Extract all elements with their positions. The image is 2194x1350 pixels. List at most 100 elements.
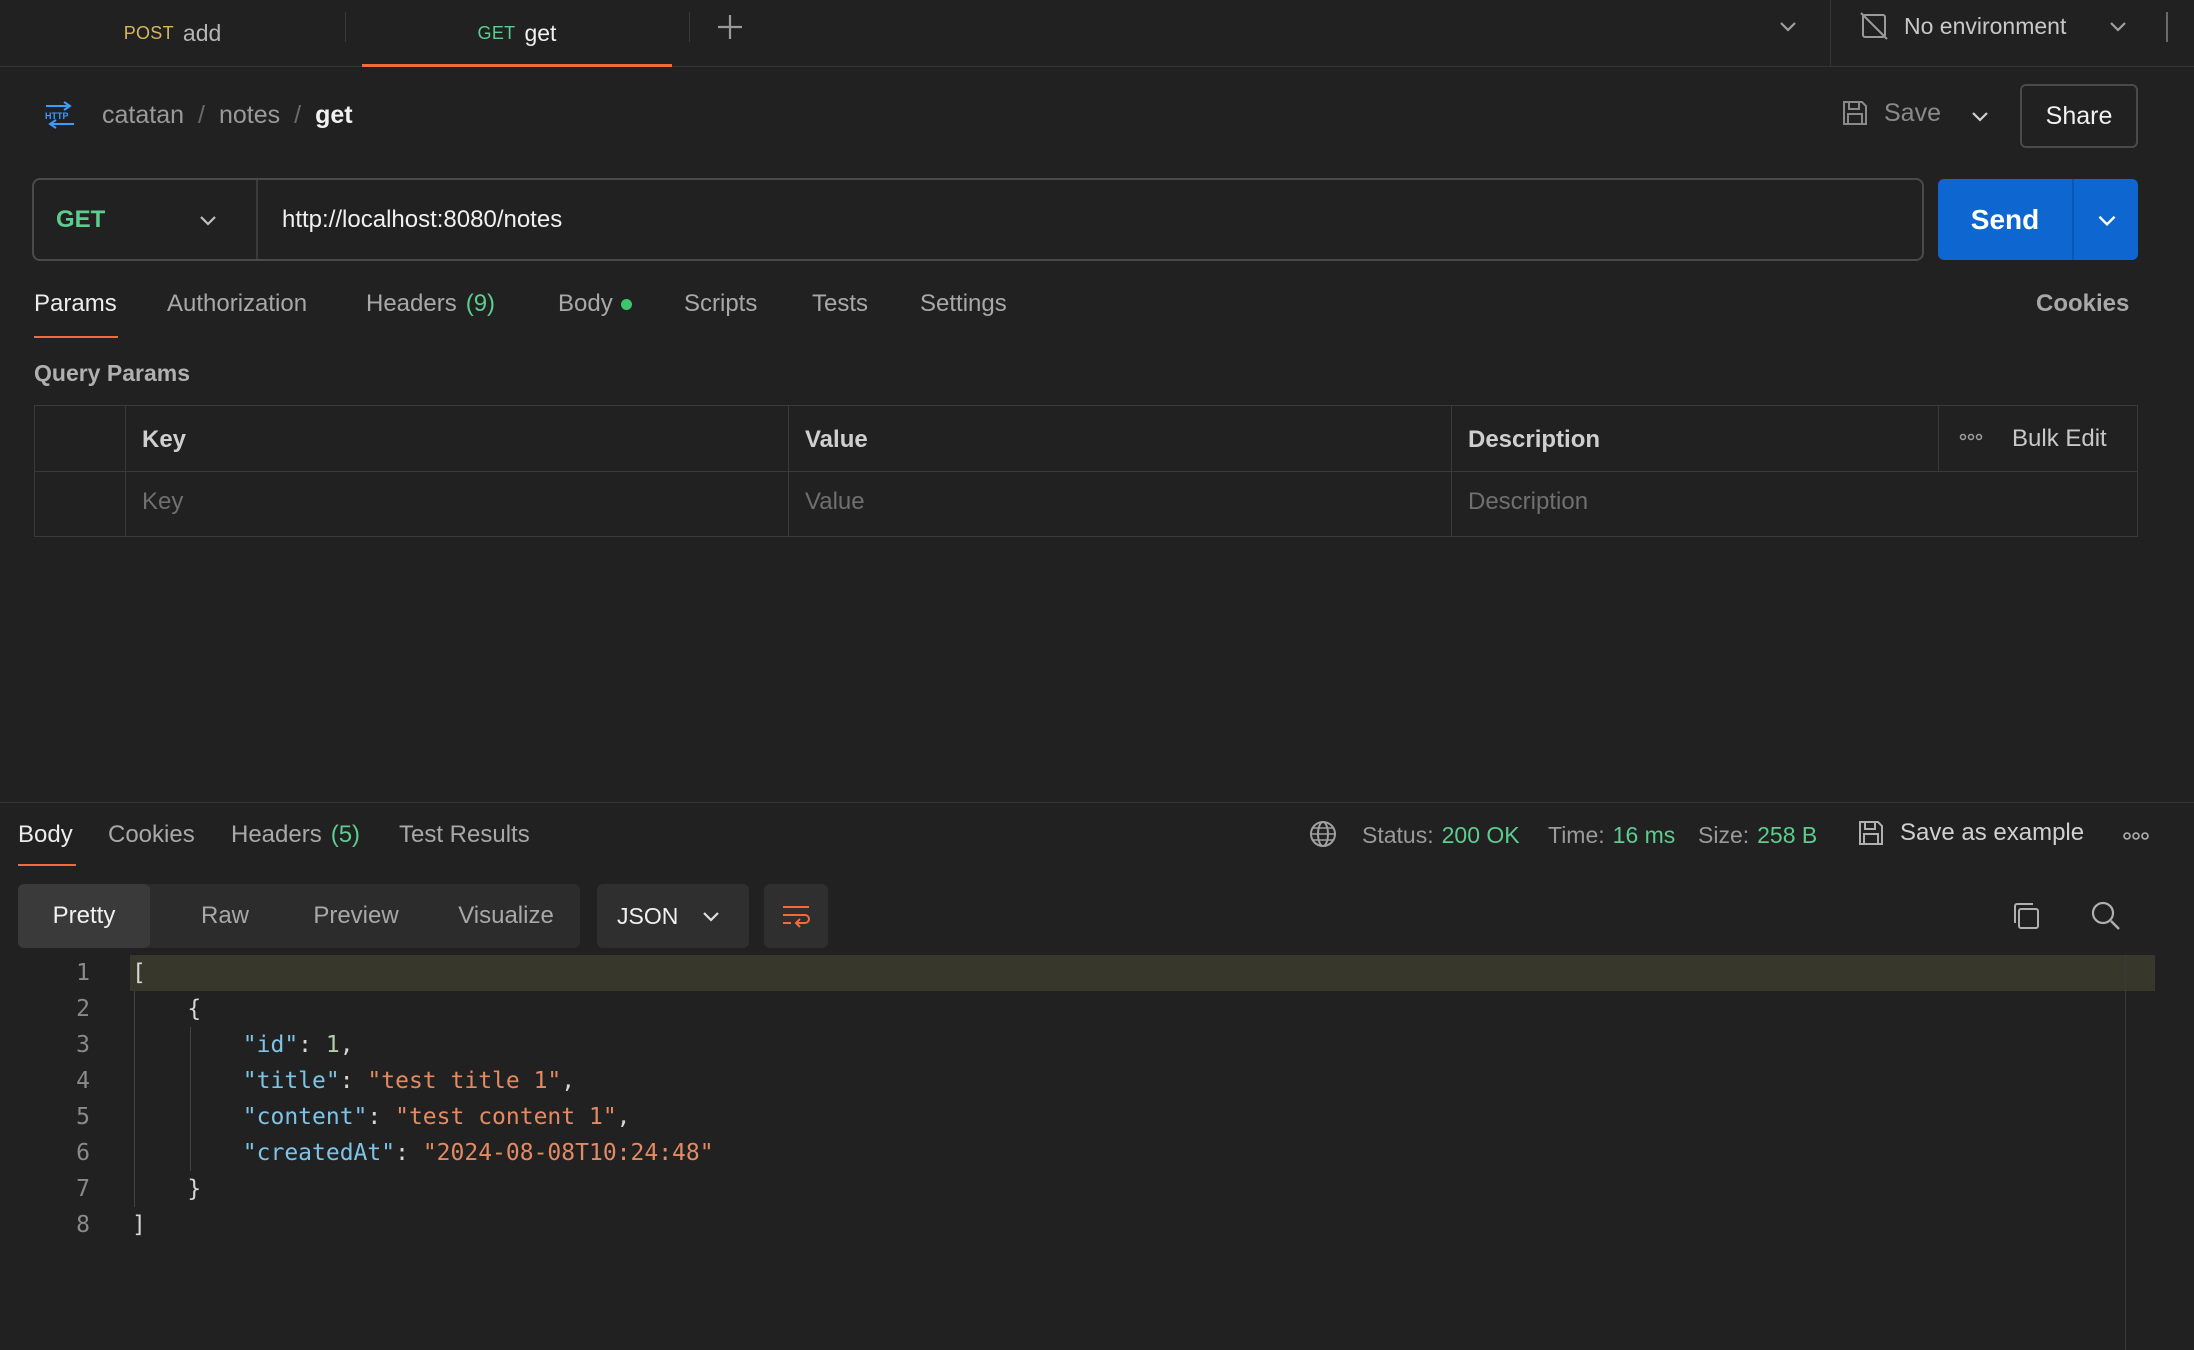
json-key: "createdAt" bbox=[242, 1140, 396, 1166]
no-environment-icon bbox=[1858, 10, 1890, 42]
share-button[interactable]: Share bbox=[2020, 84, 2138, 148]
tab-scripts[interactable]: Scripts bbox=[684, 290, 757, 318]
time-label: Time: bbox=[1548, 822, 1605, 848]
format-select[interactable]: JSON bbox=[597, 884, 749, 948]
json-value: "test content 1" bbox=[395, 1104, 617, 1130]
response-pane-divider[interactable] bbox=[0, 802, 2194, 803]
open-brace: { bbox=[187, 996, 202, 1022]
line-number: 7 bbox=[76, 1176, 90, 1202]
http-request-icon: HTTP bbox=[42, 100, 78, 130]
tabs-dropdown-chevron-down-icon[interactable] bbox=[1776, 14, 1800, 38]
column-header-key: Key bbox=[142, 426, 187, 453]
tab-name: add bbox=[182, 20, 222, 46]
status-label: Status: bbox=[1362, 822, 1434, 848]
divider bbox=[35, 471, 2137, 472]
code-line: 7 } bbox=[0, 1171, 2155, 1207]
line-number: 3 bbox=[76, 1032, 90, 1058]
tab-get-get[interactable]: GET get bbox=[362, 0, 672, 67]
breadcrumb-request[interactable]: get bbox=[315, 101, 353, 130]
active-tab-indicator bbox=[18, 864, 76, 866]
size-value: 258 B bbox=[1757, 822, 1818, 848]
json-value: "2024-08-08T10:24:48" bbox=[422, 1140, 714, 1166]
save-as-example-button[interactable]: Save as example bbox=[1856, 818, 2084, 848]
url-bar: GET http://localhost:8080/notes bbox=[32, 178, 1924, 261]
close-bracket: ] bbox=[132, 1212, 146, 1238]
column-header-value: Value bbox=[805, 426, 868, 453]
tab-headers[interactable]: Headers (9) bbox=[366, 290, 495, 318]
response-status[interactable]: Status: 200 OK bbox=[1362, 822, 1520, 849]
new-tab-plus-icon[interactable] bbox=[715, 12, 745, 42]
bulk-edit-button[interactable]: Bulk Edit bbox=[2012, 425, 2107, 453]
tab-body[interactable]: Body bbox=[558, 290, 632, 318]
key-input[interactable]: Key bbox=[142, 488, 183, 516]
copy-icon[interactable] bbox=[2010, 900, 2042, 932]
value-input[interactable]: Value bbox=[805, 488, 865, 516]
url-input[interactable]: http://localhost:8080/notes bbox=[282, 180, 562, 259]
code-line: 4 "title": "test title 1", bbox=[0, 1063, 2155, 1099]
save-disk-icon bbox=[1856, 818, 1886, 848]
globe-icon[interactable] bbox=[1308, 819, 1338, 849]
view-visualize[interactable]: Visualize bbox=[436, 884, 576, 948]
code-line: 8 ] bbox=[0, 1207, 2155, 1243]
json-value: "test title 1" bbox=[367, 1068, 562, 1094]
send-button[interactable]: Send bbox=[1938, 179, 2072, 260]
tab-params[interactable]: Params bbox=[34, 290, 117, 318]
code-line: 6 "createdAt": "2024-08-08T10:24:48" bbox=[0, 1135, 2155, 1171]
response-tab-test-results[interactable]: Test Results bbox=[399, 821, 530, 849]
response-tab-body[interactable]: Body bbox=[18, 821, 73, 849]
json-key: "id" bbox=[242, 1032, 299, 1058]
environment-selector[interactable]: No environment bbox=[1858, 0, 2158, 52]
code-text: "content": "test content 1", bbox=[242, 1104, 631, 1130]
body-indicator-dot bbox=[620, 298, 632, 310]
line-number: 2 bbox=[76, 996, 90, 1022]
breadcrumb-folder[interactable]: notes bbox=[219, 101, 280, 130]
tab-tests[interactable]: Tests bbox=[812, 290, 868, 318]
status-value: 200 OK bbox=[1441, 822, 1520, 848]
method-select[interactable]: GET bbox=[34, 180, 258, 259]
code-line: 5 "content": "test content 1", bbox=[0, 1099, 2155, 1135]
response-tab-headers[interactable]: Headers (5) bbox=[231, 821, 360, 849]
save-button[interactable]: Save bbox=[1840, 98, 1941, 128]
editor-scrollbar[interactable] bbox=[2125, 955, 2126, 1350]
save-as-example-label: Save as example bbox=[1900, 819, 2085, 846]
tab-post-add[interactable]: POST add bbox=[0, 0, 345, 67]
cookies-link[interactable]: Cookies bbox=[2036, 290, 2129, 318]
headers-count: (9) bbox=[465, 290, 496, 317]
divider bbox=[1938, 406, 1939, 471]
tab-divider bbox=[689, 12, 690, 42]
view-preview[interactable]: Preview bbox=[286, 884, 426, 948]
breadcrumb-separator: / bbox=[198, 101, 205, 129]
save-options-chevron-down-icon[interactable] bbox=[1968, 104, 1992, 128]
send-options-chevron-down-icon[interactable] bbox=[2094, 207, 2120, 233]
active-tab-indicator bbox=[362, 64, 672, 67]
chevron-down-icon bbox=[2106, 14, 2130, 38]
chevron-down-icon bbox=[699, 904, 723, 928]
tab-authorization[interactable]: Authorization bbox=[167, 290, 307, 318]
view-raw[interactable]: Raw bbox=[160, 884, 290, 948]
response-tab-cookies[interactable]: Cookies bbox=[108, 821, 195, 849]
active-tab-indicator bbox=[34, 336, 118, 338]
environment-label: No environment bbox=[1904, 12, 2067, 39]
svg-text:HTTP: HTTP bbox=[45, 111, 69, 121]
wrap-lines-icon bbox=[780, 902, 812, 930]
description-input[interactable]: Description bbox=[1468, 488, 1588, 516]
code-line: 2 { bbox=[0, 991, 2155, 1027]
divider bbox=[2072, 179, 2074, 260]
breadcrumb-separator: / bbox=[294, 101, 302, 129]
wrap-lines-button[interactable] bbox=[764, 884, 828, 948]
view-pretty[interactable]: Pretty bbox=[18, 884, 150, 948]
response-size[interactable]: Size: 258 B bbox=[1698, 822, 1817, 849]
save-disk-icon bbox=[1840, 98, 1870, 128]
response-body-editor[interactable]: 1 [ 2 { 3 "id": 1, 4 "title": "test titl… bbox=[0, 955, 2194, 1350]
response-time[interactable]: Time: 16 ms bbox=[1548, 822, 1675, 849]
line-number: 4 bbox=[76, 1068, 90, 1094]
code-text: "createdAt": "2024-08-08T10:24:48" bbox=[242, 1140, 714, 1166]
column-header-description: Description bbox=[1468, 426, 1601, 453]
json-key: "content" bbox=[242, 1104, 368, 1130]
tab-settings[interactable]: Settings bbox=[920, 290, 1007, 318]
more-options-icon[interactable] bbox=[1959, 430, 1983, 444]
more-options-icon[interactable] bbox=[2122, 829, 2150, 843]
breadcrumb-workspace[interactable]: catatan bbox=[102, 101, 184, 130]
response-headers-label: Headers bbox=[231, 821, 322, 848]
search-icon[interactable] bbox=[2090, 900, 2122, 932]
